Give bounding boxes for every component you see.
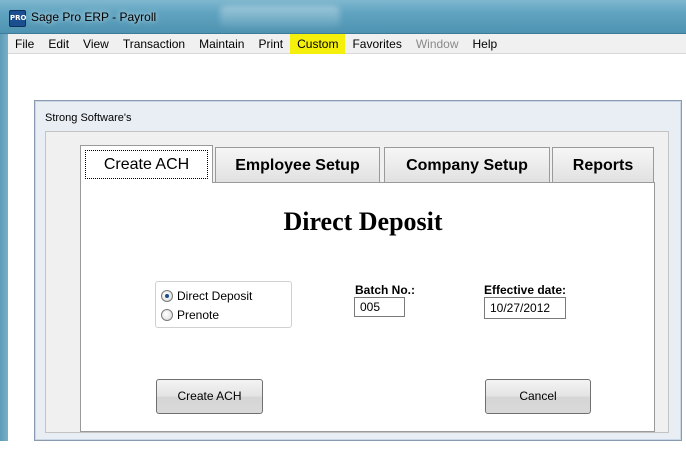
batch-number-label: Batch No.:	[355, 283, 415, 297]
window-left-frame	[0, 34, 8, 449]
tab-create-ach[interactable]: Create ACH	[80, 145, 213, 183]
app-titlebar: PRO Sage Pro ERP - Payroll	[0, 0, 686, 34]
create-ach-button[interactable]: Create ACH	[156, 379, 263, 414]
menu-window[interactable]: Window	[409, 34, 466, 54]
dialog-title: Strong Software's	[45, 112, 132, 124]
titlebar-glass-reflection	[220, 6, 340, 28]
menu-print[interactable]: Print	[251, 34, 290, 54]
tab-company-setup[interactable]: Company Setup	[384, 147, 550, 182]
option-direct-deposit-label: Direct Deposit	[177, 289, 253, 303]
radio-prenote[interactable]	[161, 309, 173, 321]
sage-pro-app-icon: PRO	[9, 10, 26, 27]
tab-reports[interactable]: Reports	[552, 147, 654, 182]
cancel-button[interactable]: Cancel	[485, 379, 591, 414]
menu-file[interactable]: File	[8, 34, 41, 54]
window-bottom-edge	[0, 441, 686, 449]
option-direct-deposit[interactable]: Direct Deposit	[161, 289, 252, 303]
menu-help[interactable]: Help	[466, 34, 505, 54]
panel-heading: Direct Deposit	[283, 207, 443, 236]
menu-edit[interactable]: Edit	[41, 34, 76, 54]
menu-favorites[interactable]: Favorites	[345, 34, 408, 54]
tab-create-ach-label: Create ACH	[85, 150, 208, 179]
option-prenote[interactable]: Prenote	[161, 308, 219, 322]
effective-date-field[interactable]: 10/27/2012	[484, 297, 566, 319]
deposit-type-option-group: Direct Deposit Prenote	[155, 281, 292, 328]
menu-transaction[interactable]: Transaction	[116, 34, 192, 54]
menu-view[interactable]: View	[76, 34, 116, 54]
radio-direct-deposit[interactable]	[161, 290, 173, 302]
menu-bar: File Edit View Transaction Maintain Prin…	[8, 33, 686, 54]
menu-custom[interactable]: Custom	[290, 33, 346, 54]
app-title: Sage Pro ERP - Payroll	[31, 10, 157, 24]
batch-number-field[interactable]: 005	[354, 297, 405, 317]
option-prenote-label: Prenote	[177, 308, 220, 322]
menu-maintain[interactable]: Maintain	[192, 34, 251, 54]
tab-employee-setup[interactable]: Employee Setup	[215, 147, 380, 182]
effective-date-label: Effective date:	[484, 283, 567, 297]
